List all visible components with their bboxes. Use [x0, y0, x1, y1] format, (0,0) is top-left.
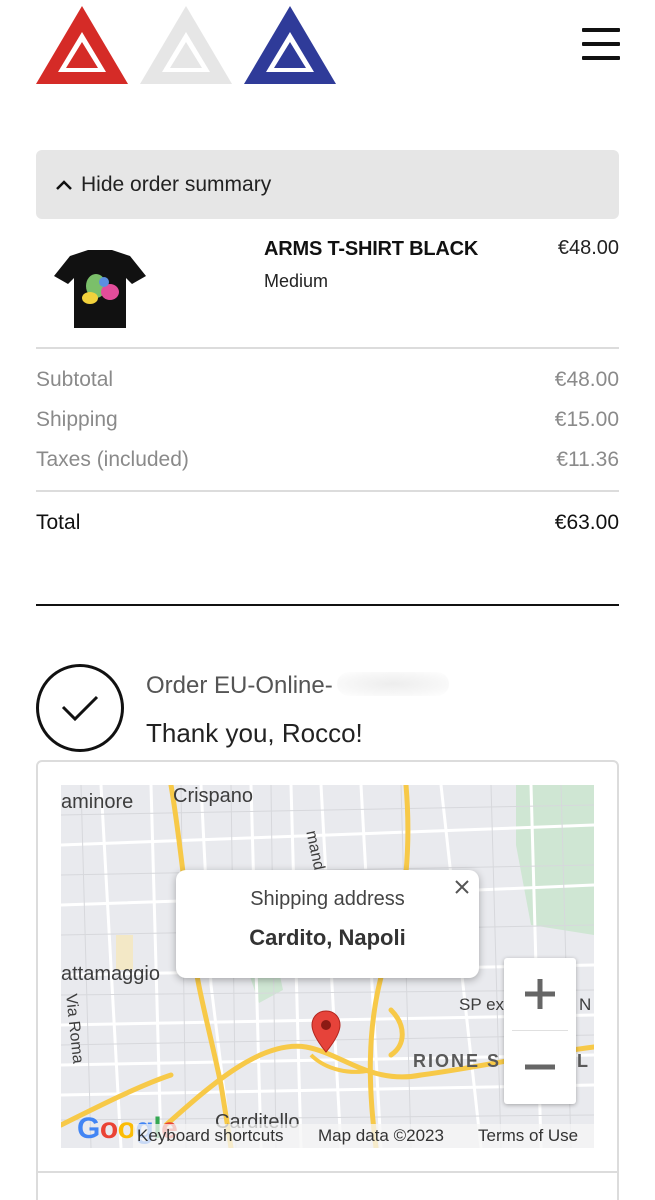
product-price: €48.00	[557, 237, 619, 259]
subtotal-label: Subtotal	[36, 368, 114, 391]
total-value: €63.00	[554, 511, 619, 534]
map[interactable]: aminore Crispano mando Dia attamaggio Vi…	[61, 785, 594, 1148]
product-title: ARMS T-SHIRT BLACK	[264, 238, 479, 260]
palace-logo-red[interactable]	[34, 4, 130, 88]
palace-logo-blue[interactable]	[242, 4, 338, 88]
map-pin-icon[interactable]	[310, 1010, 342, 1054]
shipping-label: Shipping	[36, 408, 118, 431]
taxes-row: Taxes (included) €11.36	[36, 448, 619, 472]
hamburger-icon[interactable]	[582, 28, 620, 60]
section-divider	[36, 604, 619, 606]
hide-order-summary-label: Hide order summary	[81, 172, 272, 196]
redacted-order-id	[336, 672, 449, 696]
black-tshirt-thumbnail	[50, 246, 150, 330]
close-icon[interactable]	[451, 876, 473, 898]
subtotal-value: €48.00	[554, 368, 619, 391]
total-label: Total	[36, 511, 81, 534]
thank-you-heading: Thank you, Rocco!	[146, 718, 363, 748]
map-label: Crispano	[173, 785, 254, 807]
map-label: aminore	[61, 791, 134, 813]
divider	[36, 347, 619, 349]
keyboard-shortcuts-link[interactable]: Keyboard shortcuts	[137, 1126, 283, 1146]
zoom-in-button[interactable]	[504, 958, 576, 1030]
order-line-item: ARMS T-SHIRT BLACK Medium €48.00	[36, 232, 619, 332]
subtotal-row: Subtotal €48.00	[36, 368, 619, 392]
zoom-out-button[interactable]	[504, 1031, 576, 1103]
terms-of-use-link[interactable]: Terms of Use	[478, 1126, 578, 1146]
order-number-label: Order EU-Online-	[146, 672, 333, 699]
map-label: attamaggio	[61, 963, 160, 985]
chevron-up-icon	[50, 171, 78, 199]
map-attribution: Keyboard shortcuts Map data ©2023 Terms …	[133, 1124, 594, 1148]
map-data-text: Map data ©2023	[318, 1126, 444, 1145]
map-footer: Google Keyboard shortcuts Map data ©2023…	[61, 1112, 594, 1148]
palace-logo-white[interactable]	[138, 4, 234, 88]
product-variant: Medium	[264, 271, 329, 291]
popup-title: Shipping address	[250, 888, 405, 910]
taxes-label: Taxes (included)	[36, 448, 189, 471]
shipping-address-popup: Shipping address Cardito, Napoli	[176, 870, 479, 978]
hide-order-summary-button[interactable]: Hide order summary	[36, 150, 619, 219]
order-number: Order EU-Online-	[146, 672, 449, 700]
taxes-value: €11.36	[556, 448, 619, 471]
zoom-controls	[504, 958, 576, 1104]
map-label: SP ex	[459, 995, 505, 1014]
popup-address: Cardito, Napoli	[249, 925, 406, 950]
map-label: L	[577, 1051, 590, 1071]
header	[0, 0, 655, 100]
shipping-row: Shipping €15.00	[36, 408, 619, 432]
shipping-value: €15.00	[554, 408, 619, 431]
total-row: Total €63.00	[36, 511, 619, 535]
divider	[36, 490, 619, 492]
card-divider	[38, 1171, 617, 1173]
checkmark-circle-icon	[36, 664, 124, 752]
map-label: RIONE S	[413, 1051, 502, 1071]
map-label: N	[579, 995, 592, 1014]
